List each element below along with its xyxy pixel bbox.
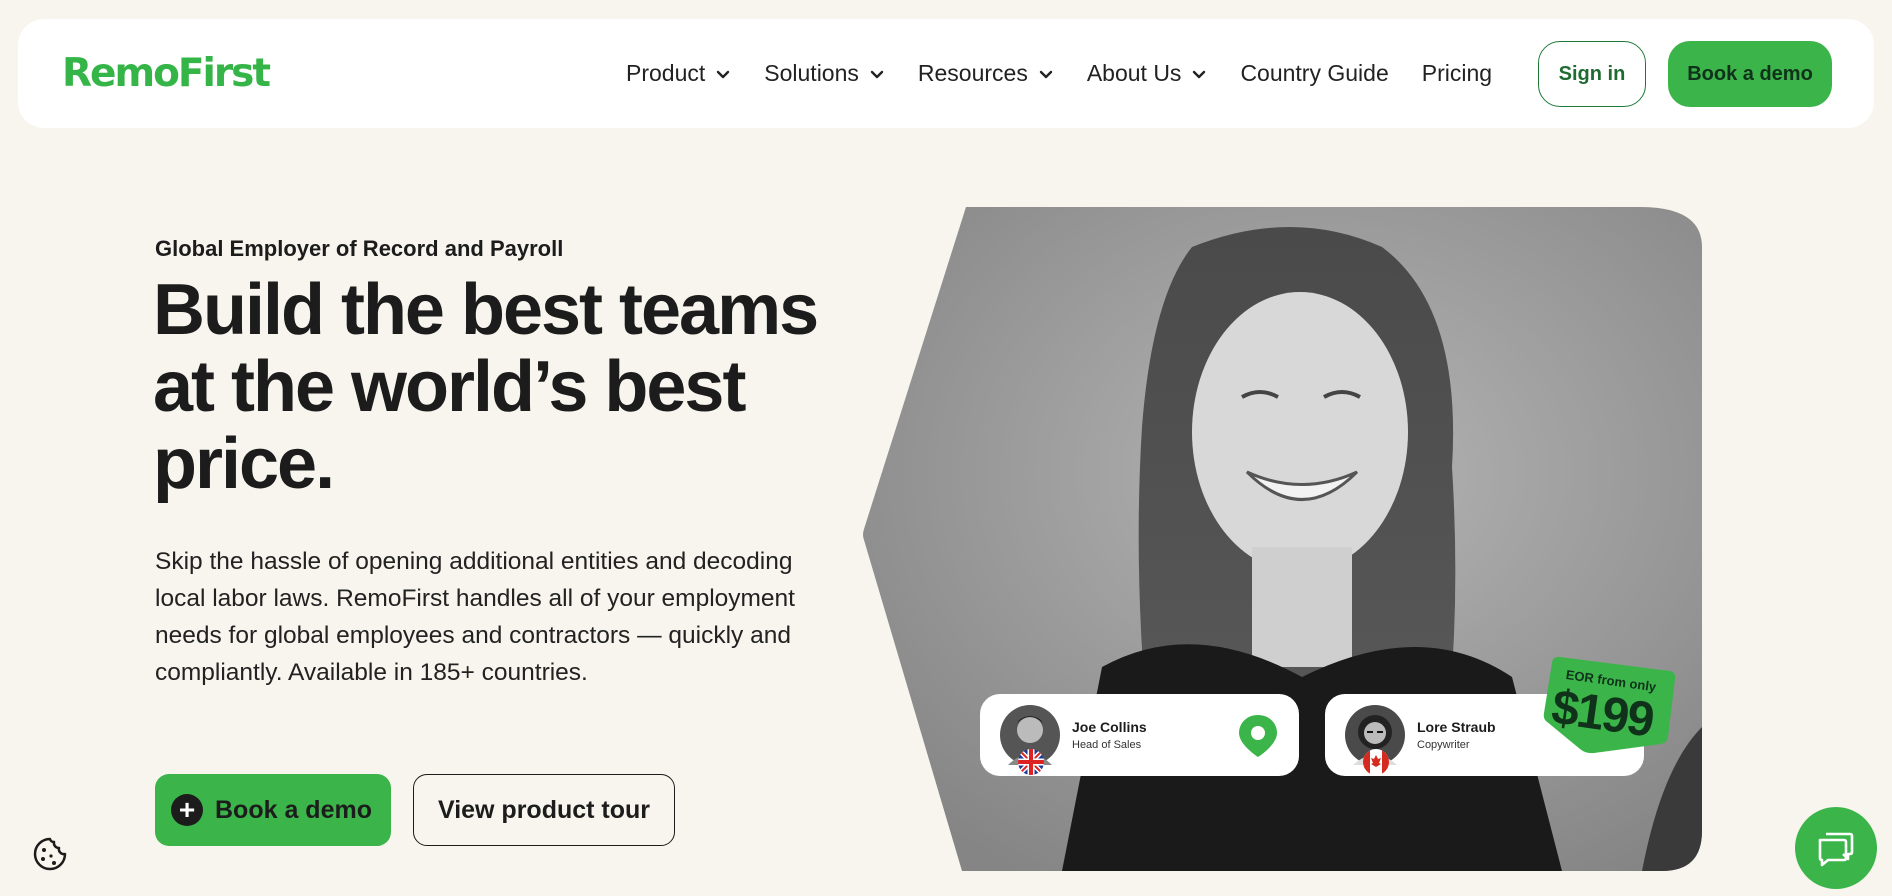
- nav-item-label: Solutions: [764, 60, 859, 86]
- nav-menu: Product Solutions Resources About Us Cou…: [626, 19, 1525, 128]
- hero-paragraph: Skip the hassle of opening additional en…: [155, 548, 795, 686]
- nav-item-label: Pricing: [1421, 60, 1493, 86]
- chevron-down-icon: [870, 70, 884, 78]
- chevron-down-icon: [1193, 70, 1206, 78]
- location-pin-icon: [1239, 715, 1277, 757]
- nav-item-resources[interactable]: Resources: [918, 60, 1054, 87]
- canada-flag-icon: [1363, 749, 1389, 775]
- nav-item-pricing[interactable]: Pricing: [1422, 60, 1492, 87]
- avatar: [1000, 705, 1060, 775]
- uk-flag-icon: [1018, 749, 1044, 775]
- cookie-icon[interactable]: [32, 836, 68, 872]
- profile-role: Copywriter: [1417, 739, 1470, 751]
- chat-button[interactable]: [1795, 807, 1877, 889]
- book-demo-nav-button[interactable]: Book a demo: [1668, 41, 1832, 107]
- profile-card-joe: Joe Collins Head of Sales: [980, 694, 1299, 776]
- view-product-tour-button[interactable]: View product tour: [413, 774, 675, 846]
- chat-icon: [1818, 832, 1854, 867]
- book-demo-hero-label: Book a demo: [215, 795, 372, 824]
- nav-item-product[interactable]: Product: [626, 60, 731, 87]
- profile-name: Joe Collins: [1072, 719, 1147, 735]
- remofirst-logo[interactable]: RemoFirst: [62, 51, 271, 96]
- plus-circle-icon: +: [171, 794, 203, 826]
- book-demo-hero-button[interactable]: + Book a demo: [155, 774, 391, 846]
- hero-headline: Build the best teams at the world’s best…: [153, 270, 819, 504]
- hero-eyebrow: Global Employer of Record and Payroll: [155, 236, 564, 261]
- avatar: [1345, 705, 1405, 775]
- profile-role: Head of Sales: [1072, 739, 1142, 751]
- nav-item-solutions[interactable]: Solutions: [764, 60, 885, 87]
- nav-item-about-us[interactable]: About Us: [1087, 60, 1208, 87]
- nav-item-country-guide[interactable]: Country Guide: [1240, 60, 1388, 87]
- nav-item-label: Country Guide: [1240, 60, 1389, 86]
- chevron-down-icon: [717, 70, 730, 78]
- chevron-down-icon: [1039, 70, 1053, 78]
- profile-name: Lore Straub: [1417, 719, 1496, 735]
- nav-item-label: Resources: [917, 60, 1028, 86]
- nav-item-label: About Us: [1086, 60, 1182, 86]
- nav-item-label: Product: [626, 60, 706, 86]
- sign-in-button[interactable]: Sign in: [1538, 41, 1646, 107]
- top-navigation: RemoFirst Product Solutions Resources Ab…: [18, 19, 1874, 128]
